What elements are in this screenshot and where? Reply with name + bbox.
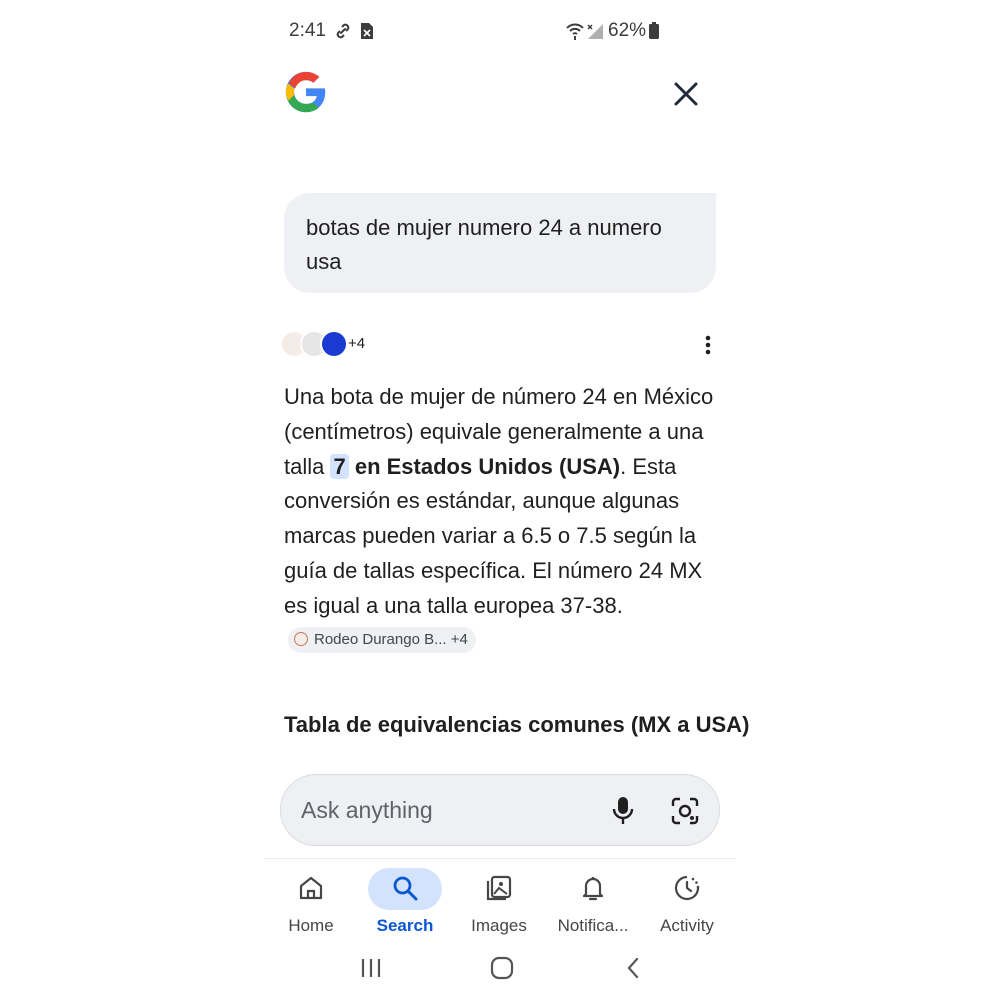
search-icon [393,876,418,901]
google-g-logo [285,71,326,113]
status-time: 2:41 [289,20,326,41]
answer-bold-text: en Estados Unidos (USA) [348,453,621,479]
ai-answer-text: Una bota de mujer de número 24 en México… [284,380,724,658]
nav-home-label: Home [288,916,334,935]
nav-home[interactable]: Home [264,866,358,942]
back-icon[interactable] [624,956,642,980]
google-lens-icon[interactable] [671,797,699,825]
source-favicon [320,330,348,358]
answer-highlight-size: 7 [330,453,349,479]
ask-input-placeholder: Ask anything [301,797,433,823]
home-icon [299,876,323,900]
sources-row[interactable]: +4 [280,330,720,360]
status-bar: 2:41 62% [264,18,736,44]
nav-search-label: Search [376,916,434,935]
battery-percent: 62% [608,20,647,41]
bottom-navigation: Home Search Images Notifica... Activity [264,866,736,946]
more-options-icon[interactable] [696,332,720,358]
nav-activity[interactable]: Activity [640,866,734,942]
nav-images-label: Images [471,916,527,935]
nav-divider [264,858,736,859]
microphone-icon[interactable] [611,795,635,827]
home-button-icon[interactable] [490,956,514,980]
ask-input[interactable]: Ask anything [280,774,720,846]
recent-apps-icon[interactable] [360,956,382,980]
scroll-cutoff [264,742,736,764]
section-heading: Tabla de equivalencias comunes (MX a USA… [284,712,750,737]
bell-icon [582,877,604,901]
link-icon [336,23,350,39]
citation-favicon [294,631,308,646]
activity-icon [674,875,700,901]
citation-chip[interactable]: Rodeo Durango B... +4 [288,626,476,653]
user-query-bubble: botas de mujer numero 24 a numero usa [284,193,716,293]
sources-more-count: +4 [348,335,366,352]
nav-activity-label: Activity [660,916,714,935]
wifi-icon [566,23,584,40]
close-box-icon [361,23,373,39]
images-icon [486,875,512,901]
system-navigation-bar [264,952,736,988]
nav-search[interactable]: Search [358,866,452,942]
nav-notifications[interactable]: Notifica... [546,866,640,942]
citation-count: +4 [450,630,468,648]
close-icon[interactable] [668,76,704,112]
signal-icon [587,24,603,39]
citation-label: Rodeo Durango B... [314,630,447,648]
battery-icon [649,22,659,39]
nav-notifications-label: Notifica... [557,916,629,935]
nav-images[interactable]: Images [452,866,546,942]
phone-screen: 2:41 62% botas de mujer numero 24 a nume… [264,0,749,1000]
